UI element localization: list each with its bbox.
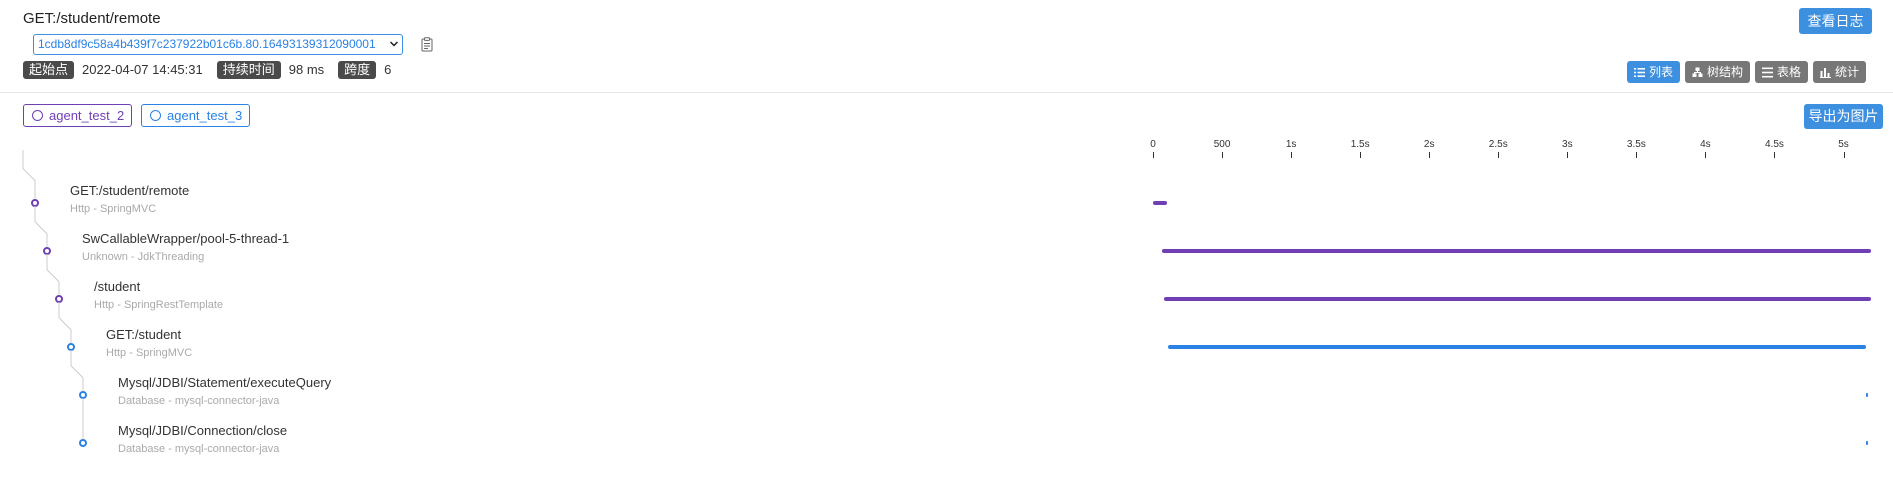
page-title: GET:/student/remote — [23, 10, 161, 27]
axis-tick — [1498, 152, 1500, 158]
span-duration-bar[interactable] — [1168, 345, 1867, 349]
span-component: Http - SpringMVC — [106, 347, 193, 359]
axis-tick-label: 3s — [1562, 139, 1573, 150]
span-component: Http - SpringRestTemplate — [94, 299, 223, 311]
axis-tick-label: 2.5s — [1488, 139, 1508, 150]
axis-tick-label: 3.5s — [1626, 139, 1646, 150]
span-name[interactable]: SwCallableWrapper/pool-5-thread-1 — [82, 231, 289, 246]
tree-view-button[interactable]: 树结构 — [1685, 61, 1751, 83]
axis-tick — [1774, 152, 1776, 158]
span-node-dot[interactable] — [55, 295, 63, 303]
view-switcher: 列表 树结构 表格 统计 — [1627, 61, 1867, 83]
span-name[interactable]: Mysql/JDBI/Statement/executeQuery — [118, 375, 331, 390]
table-icon — [1762, 67, 1774, 77]
span-duration-bar[interactable] — [1153, 201, 1167, 205]
span-name[interactable]: Mysql/JDBI/Connection/close — [118, 423, 287, 438]
duration-value: 98 ms — [288, 62, 325, 77]
span-duration-bar[interactable] — [1161, 249, 1872, 253]
tree-view-label: 树结构 — [1707, 65, 1744, 79]
axis-tick-label: 4.5s — [1764, 139, 1784, 150]
span-name[interactable]: /student — [94, 279, 140, 294]
axis-tick-label: 1.5s — [1350, 139, 1370, 150]
tree-connector-line — [46, 254, 60, 299]
axis-tick — [1222, 152, 1224, 158]
tree-connector-line — [22, 150, 36, 203]
axis-tick — [1429, 152, 1431, 158]
circle-icon — [150, 110, 161, 121]
clipboard-icon[interactable] — [421, 37, 433, 52]
axis-tick — [1291, 152, 1293, 158]
statistics-view-label: 统计 — [1835, 65, 1860, 79]
axis-tick — [1636, 152, 1638, 158]
bar-chart-icon — [1820, 67, 1832, 78]
axis-tick — [1843, 152, 1845, 158]
trace-meta: 起始点 2022-04-07 14:45:31 持续时间 98 ms 跨度 6 — [23, 60, 405, 79]
span-node-dot[interactable] — [31, 199, 39, 207]
axis-tick-label: 5s — [1838, 139, 1849, 150]
duration-tag: 持续时间 — [216, 60, 281, 79]
export-image-button[interactable]: 导出为图片 — [1804, 104, 1883, 129]
span-tree-connectors — [22, 150, 87, 447]
service-name: agent_test_2 — [49, 108, 125, 123]
view-logs-button[interactable]: 查看日志 — [1799, 8, 1872, 34]
span-count-value: 6 — [384, 62, 392, 77]
span-name[interactable]: GET:/student — [106, 327, 181, 342]
start-tag: 起始点 — [23, 60, 75, 79]
axis-tick-label: 0 — [1150, 139, 1156, 150]
start-value: 2022-04-07 14:45:31 — [82, 62, 203, 77]
span-component: Database - mysql-connector-java — [118, 395, 280, 407]
trace-id-value: 1cdb8df9c58a4b439f7c237922b01c6b.80.1649… — [38, 37, 376, 51]
tree-icon — [1692, 67, 1703, 77]
circle-icon — [32, 110, 43, 121]
span-count-tag: 跨度 — [338, 60, 377, 79]
tree-connector-line — [70, 350, 84, 395]
axis-tick — [1360, 152, 1362, 158]
service-legend-agent-test-2[interactable]: agent_test_2 — [23, 104, 133, 127]
statistics-view-button[interactable]: 统计 — [1813, 61, 1867, 83]
axis-tick — [1705, 152, 1707, 158]
span-component: Unknown - JdkThreading — [82, 251, 205, 263]
table-view-button[interactable]: 表格 — [1755, 61, 1809, 83]
axis-tick-label: 4s — [1700, 139, 1711, 150]
span-node-dot[interactable] — [43, 247, 51, 255]
table-view-label: 表格 — [1777, 65, 1802, 79]
service-name: agent_test_3 — [167, 108, 243, 123]
span-node-dot[interactable] — [79, 439, 87, 447]
trace-header: GET:/student/remote 1cdb8df9c58a4b439f7c… — [0, 0, 1893, 93]
tree-connector-line — [58, 302, 72, 347]
list-icon — [1634, 67, 1645, 77]
span-duration-bar[interactable] — [1866, 441, 1869, 445]
axis-tick-label: 500 — [1213, 139, 1231, 150]
list-view-label: 列表 — [1649, 65, 1674, 79]
trace-id-select[interactable]: 1cdb8df9c58a4b439f7c237922b01c6b.80.1649… — [33, 34, 403, 55]
service-legend-agent-test-3[interactable]: agent_test_3 — [141, 104, 251, 127]
span-node-dot[interactable] — [79, 391, 87, 399]
axis-tick — [1567, 152, 1569, 158]
chevron-down-icon — [389, 41, 399, 47]
span-duration-bar[interactable] — [1164, 297, 1872, 301]
span-duration-bar[interactable] — [1866, 393, 1869, 397]
list-view-button[interactable]: 列表 — [1627, 61, 1681, 83]
span-node-dot[interactable] — [67, 343, 75, 351]
span-component: Database - mysql-connector-java — [118, 443, 280, 455]
axis-tick-label: 1s — [1285, 139, 1297, 150]
axis-tick-label: 2s — [1423, 139, 1435, 150]
tree-connector-line — [34, 206, 48, 251]
axis-tick — [1153, 152, 1154, 158]
